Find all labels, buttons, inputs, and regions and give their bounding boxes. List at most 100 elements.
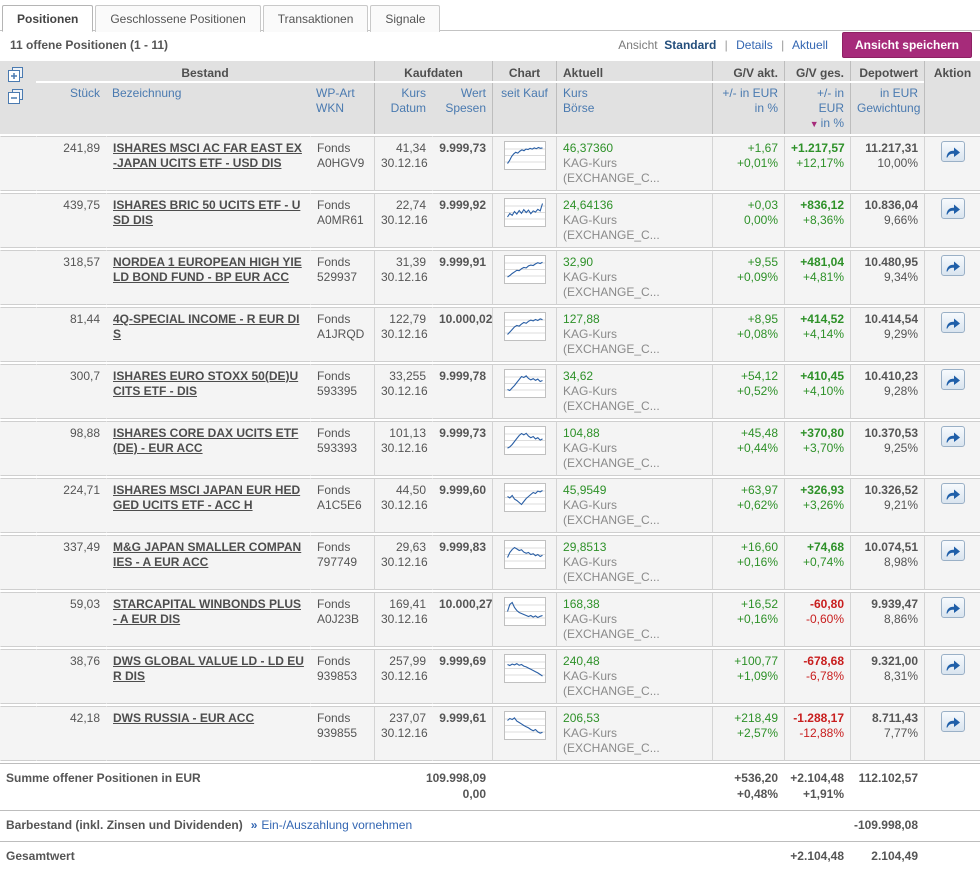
gv-ges-eur-value: -1.288,17 (791, 711, 844, 726)
position-link[interactable]: DWS GLOBAL VALUE LD - LD EUR DIS (113, 654, 304, 683)
cash-value: -109.998,08 (712, 810, 924, 839)
trade-forward-arrow-icon[interactable] (941, 426, 965, 447)
kauf-kurs-value: 41,34 (381, 141, 426, 156)
wkn-value: A1C5E6 (317, 498, 368, 513)
save-view-button[interactable]: Ansicht speichern (842, 32, 972, 58)
sort-spesen[interactable]: Spesen (438, 101, 486, 116)
sort-wp-art[interactable]: WP-Art (316, 86, 368, 101)
trade-forward-arrow-icon[interactable] (941, 711, 965, 732)
trade-forward-arrow-icon[interactable] (941, 540, 965, 561)
position-link[interactable]: STARCAPITAL WINBONDS PLUS - A EUR DIS (113, 597, 301, 626)
sort-wert[interactable]: Wert (438, 86, 486, 101)
aktuell-kurs-value: 104,88 (563, 426, 706, 441)
sort-gv-akt-pct[interactable]: in % (719, 101, 778, 116)
sort-gewichtung[interactable]: Gewichtung (857, 101, 918, 116)
col-group-kaufdaten: Kaufdaten (374, 61, 492, 81)
tab-signale[interactable]: Signale (370, 5, 440, 32)
stueck-value: 224,71 (36, 478, 106, 533)
gv-ges-eur-value: -60,80 (791, 597, 844, 612)
depotwert-value: 8.711,43 (857, 711, 918, 726)
tab-positionen[interactable]: Positionen (2, 5, 93, 32)
gv-akt-eur-value: +0,03 (719, 198, 778, 213)
table-row: 439,75 ISHARES BRIC 50 UCITS ETF - USD D… (0, 193, 980, 248)
wkn-value: A0MR61 (317, 213, 368, 228)
depotwert-value: 9.939,47 (857, 597, 918, 612)
sort-gv-akt-eur[interactable]: +/- in EUR (719, 86, 778, 101)
kauf-kurs-value: 237,07 (381, 711, 426, 726)
trade-forward-arrow-icon[interactable] (941, 597, 965, 618)
aktuell-kurs-value: 29,8513 (563, 540, 706, 555)
stueck-value: 42,18 (36, 706, 106, 761)
sort-aktuell-kurs[interactable]: Kurs (563, 86, 706, 101)
gv-ges-eur-value: +326,93 (791, 483, 844, 498)
tab-geschlossene-positionen[interactable]: Geschlossene Positionen (95, 5, 260, 32)
kauf-kurs-value: 122,79 (381, 312, 426, 327)
kauf-datum-value: 30.12.16 (381, 498, 426, 513)
position-link[interactable]: DWS RUSSIA - EUR ACC (113, 711, 254, 725)
position-link[interactable]: NORDEA 1 EUROPEAN HIGH YIELD BOND FUND -… (113, 255, 302, 284)
total-row: Gesamtwert +2.104,48 2.104,49 (0, 841, 980, 870)
position-link[interactable]: ISHARES MSCI JAPAN EUR HEDGED UCITS ETF … (113, 483, 300, 512)
aktuell-kurs-value: 168,38 (563, 597, 706, 612)
sort-wkn[interactable]: WKN (316, 101, 368, 116)
depotwert-value: 9.321,00 (857, 654, 918, 669)
trade-forward-arrow-icon[interactable] (941, 369, 965, 390)
position-link[interactable]: M&G JAPAN SMALLER COMPANIES - A EUR ACC (113, 540, 301, 569)
sparkline-chart (504, 711, 546, 740)
sort-gv-ges-eur[interactable]: +/- in EUR (791, 86, 844, 116)
table-row: 300,7 ISHARES EURO STOXX 50(DE)UCITS ETF… (0, 364, 980, 419)
kauf-datum-value: 30.12.16 (381, 441, 426, 456)
position-link[interactable]: 4Q-SPECIAL INCOME - R EUR DIS (113, 312, 299, 341)
gv-akt-eur-value: +218,49 (719, 711, 778, 726)
sort-kurs[interactable]: Kurs (381, 86, 426, 101)
kauf-datum-value: 30.12.16 (381, 726, 426, 741)
wkn-value: 939855 (317, 726, 368, 741)
wp-art-value: Fonds (317, 426, 368, 441)
cash-row: Barbestand (inkl. Zinsen und Dividenden)… (0, 810, 980, 839)
sparkline-chart (504, 369, 546, 398)
toolbar: 11 offene Positionen (1 - 11) Ansicht St… (0, 31, 980, 59)
table-row: 59,03 STARCAPITAL WINBONDS PLUS - A EUR … (0, 592, 980, 647)
view-details[interactable]: Details (736, 38, 773, 52)
sort-bezeichnung[interactable]: Bezeichnung (112, 86, 304, 101)
view-aktuell[interactable]: Aktuell (792, 38, 828, 52)
trade-forward-arrow-icon[interactable] (941, 141, 965, 162)
gv-ges-pct-value: +3,26% (791, 498, 844, 513)
sort-stueck[interactable]: Stück (42, 86, 100, 101)
cash-inout-link[interactable]: Ein-/Auszahlung vornehmen (261, 818, 412, 832)
position-link[interactable]: ISHARES BRIC 50 UCITS ETF - USD DIS (113, 198, 300, 227)
kauf-datum-value: 30.12.16 (381, 669, 426, 684)
sum-gv-akt-pct: +0,48% (718, 786, 778, 802)
trade-forward-arrow-icon[interactable] (941, 483, 965, 504)
boerse-value: KAG-Kurs (EXCHANGE_C... (563, 156, 706, 186)
position-link[interactable]: ISHARES EURO STOXX 50(DE)UCITS ETF - DIS (113, 369, 298, 398)
gv-akt-eur-value: +45,48 (719, 426, 778, 441)
boerse-value: KAG-Kurs (EXCHANGE_C... (563, 498, 706, 528)
col-group-depotwert: Depotwert (850, 61, 924, 81)
sort-desc-arrow-icon: ▼ (810, 119, 819, 129)
kauf-kurs-value: 101,13 (381, 426, 426, 441)
trade-forward-arrow-icon[interactable] (941, 255, 965, 276)
gv-ges-pct-value: -12,88% (791, 726, 844, 741)
sum-gv-akt-eur: +536,20 (718, 770, 778, 786)
position-link[interactable]: ISHARES CORE DAX UCITS ETF (DE) - EUR AC… (113, 426, 298, 455)
sort-depot-eur[interactable]: in EUR (857, 86, 918, 101)
collapse-all-icon[interactable] (8, 89, 25, 105)
wert-value: 9.999,73 (432, 136, 492, 191)
wert-value: 9.999,78 (432, 364, 492, 419)
view-standard[interactable]: Standard (664, 38, 716, 52)
wert-value: 9.999,91 (432, 250, 492, 305)
expand-all-icon[interactable] (8, 67, 25, 83)
wp-art-value: Fonds (317, 198, 368, 213)
kauf-kurs-value: 22,74 (381, 198, 426, 213)
trade-forward-arrow-icon[interactable] (941, 198, 965, 219)
sort-gv-ges-pct[interactable]: ▼in % (791, 116, 844, 132)
position-link[interactable]: ISHARES MSCI AC FAR EAST EX-JAPAN UCITS … (113, 141, 302, 170)
wkn-value: A0HGV9 (317, 156, 368, 171)
tab-transaktionen[interactable]: Transaktionen (263, 5, 369, 32)
sort-datum[interactable]: Datum (381, 101, 426, 116)
trade-forward-arrow-icon[interactable] (941, 312, 965, 333)
aktuell-kurs-value: 24,64136 (563, 198, 706, 213)
wkn-value: 939853 (317, 669, 368, 684)
sort-boerse[interactable]: Börse (563, 101, 706, 116)
